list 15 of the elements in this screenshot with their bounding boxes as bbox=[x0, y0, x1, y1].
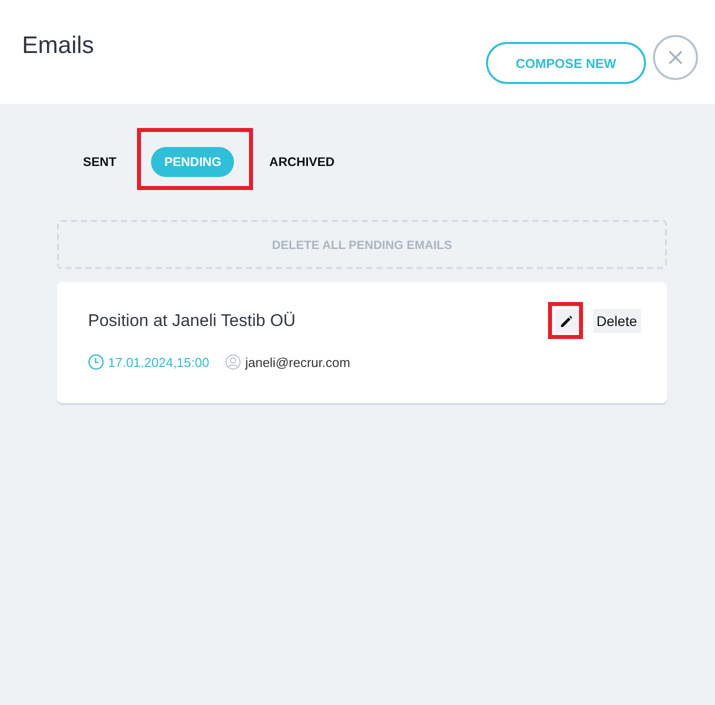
page-title: Emails bbox=[22, 32, 94, 60]
edit-button[interactable] bbox=[554, 309, 579, 333]
email-recipient: janeli@recrur.com bbox=[245, 354, 350, 370]
close-button[interactable]: × bbox=[653, 34, 698, 80]
user-icon bbox=[225, 354, 242, 370]
clock-icon bbox=[88, 354, 104, 370]
tab[interactable]: ARCHIVED bbox=[256, 147, 348, 177]
tab[interactable]: PENDING bbox=[151, 147, 234, 177]
delete-button[interactable]: Delete bbox=[592, 309, 641, 333]
email-date: 17.01.2024,15:00 bbox=[108, 354, 210, 370]
pencil-icon bbox=[560, 314, 574, 328]
delete-all-button[interactable]: DELETE ALL PENDING EMAILS bbox=[57, 220, 667, 269]
email-subject: Position at Janeli Testib OÜ bbox=[88, 311, 296, 331]
compose-new-button[interactable]: COMPOSE NEW bbox=[486, 42, 646, 84]
tab[interactable]: SENT bbox=[70, 147, 130, 177]
